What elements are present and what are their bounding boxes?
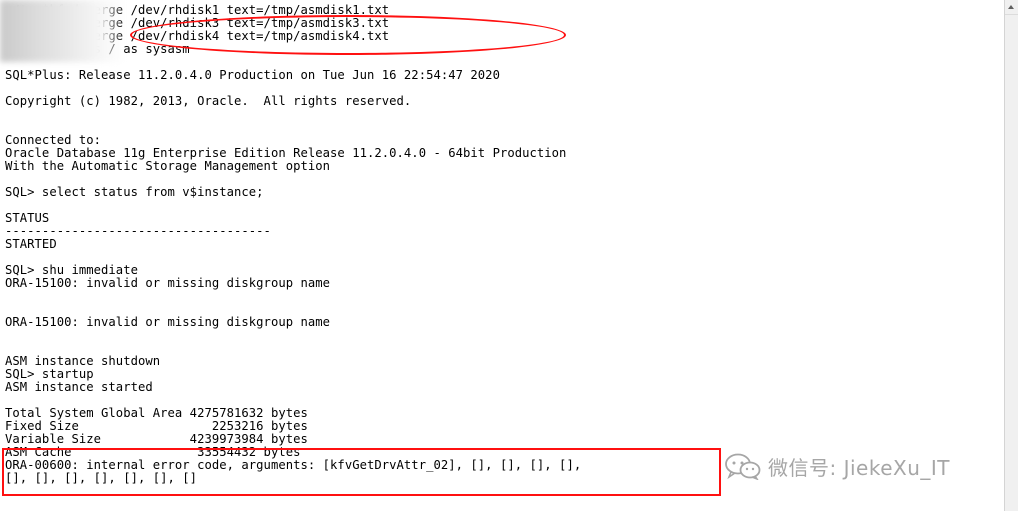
terminal-line: With the Automatic Storage Management op… — [5, 159, 331, 173]
terminal-line: STARTED — [5, 237, 57, 251]
terminal-line: ORA-15100: invalid or missing diskgroup … — [5, 315, 331, 329]
terminal-line: ASM instance started — [5, 380, 153, 394]
redacted-prompt-blur — [0, 0, 125, 62]
scroll-up-button[interactable] — [1005, 0, 1018, 15]
terminal-line: Copyright (c) 1982, 2013, Oracle. All ri… — [5, 94, 412, 108]
arrow-up-icon — [1008, 5, 1014, 9]
terminal-output: :/tmp$kfed merge /dev/rhdisk1 text=/tmp/… — [0, 0, 1004, 511]
vertical-scrollbar[interactable] — [1004, 0, 1018, 511]
highlight-ellipse — [130, 15, 566, 55]
wechat-icon — [725, 453, 761, 480]
watermark: 微信号: JiekeXu_IT — [724, 450, 950, 482]
error-highlight-box — [2, 448, 721, 496]
terminal-line: SQL> select status from v$instance; — [5, 185, 264, 199]
terminal-line: ORA-15100: invalid or missing diskgroup … — [5, 276, 331, 290]
terminal-line: SQL*Plus: Release 11.2.0.4.0 Production … — [5, 68, 500, 82]
watermark-text: 微信号: JiekeXu_IT — [768, 455, 951, 480]
